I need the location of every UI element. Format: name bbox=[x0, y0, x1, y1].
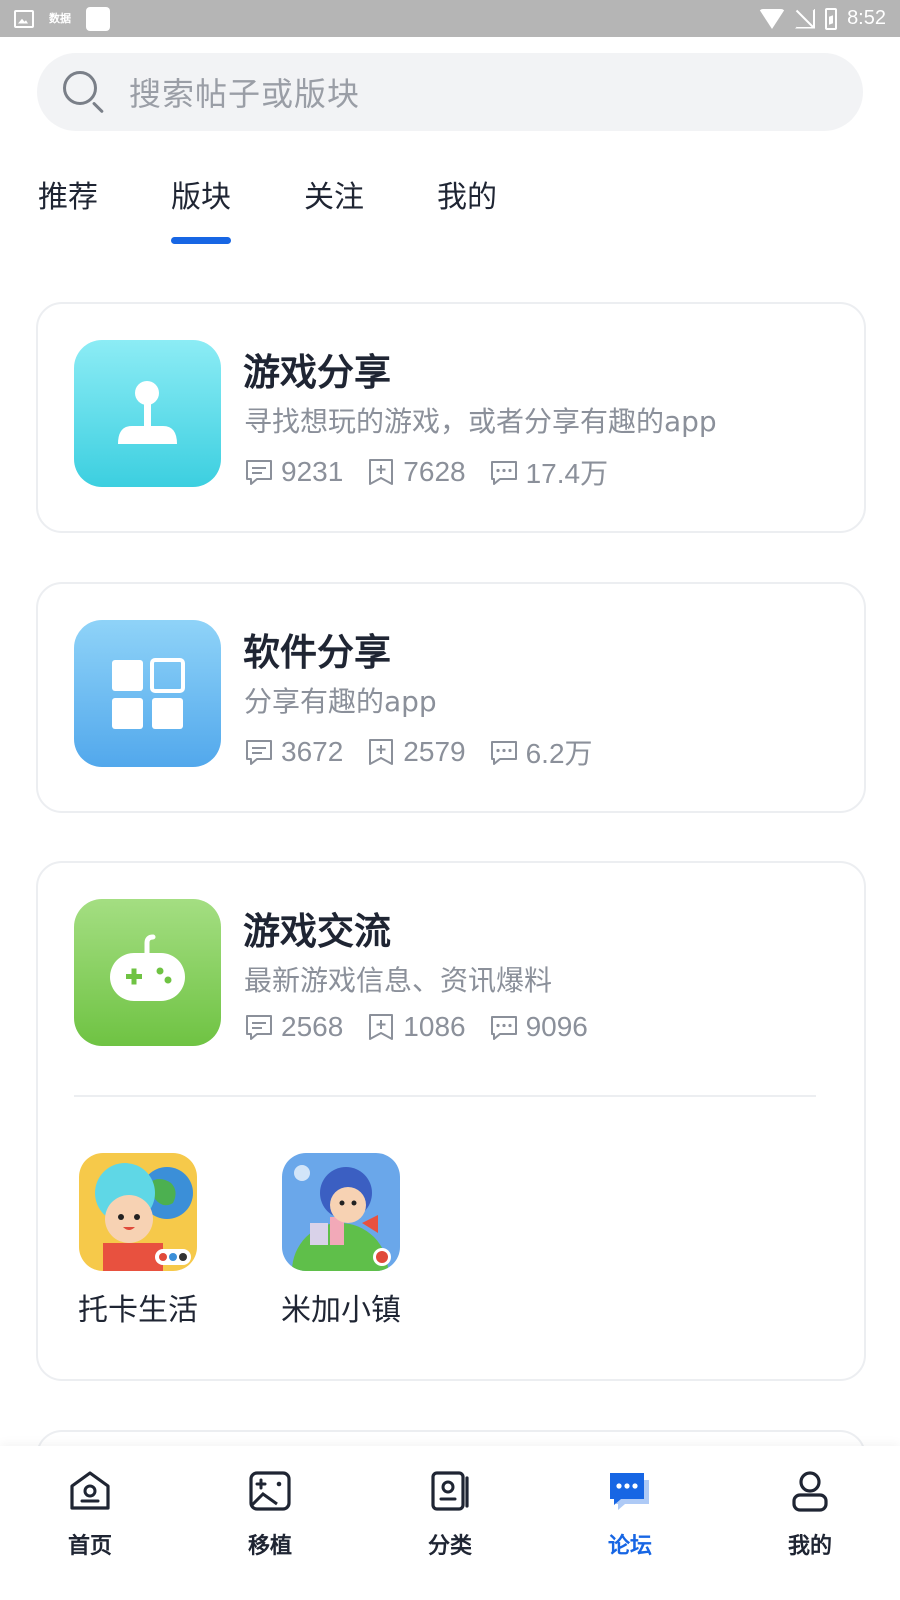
tab-recommend[interactable]: 推荐 bbox=[38, 172, 171, 244]
forum-tabs: 推荐 版块 关注 我的 bbox=[38, 172, 570, 244]
tab-sections[interactable]: 版块 bbox=[171, 172, 304, 244]
game-port-icon bbox=[249, 1471, 291, 1511]
forum-title: 游戏分享 bbox=[243, 351, 391, 394]
card-divider bbox=[74, 1095, 816, 1097]
bookmark-add-icon bbox=[369, 1014, 394, 1040]
battery-charging-icon bbox=[825, 7, 838, 30]
tab-following[interactable]: 关注 bbox=[304, 172, 437, 244]
follows-stat: 7628 bbox=[365, 456, 466, 488]
comments-count: 17.4万 bbox=[525, 458, 609, 489]
apps-grid-icon bbox=[74, 620, 221, 767]
posts-icon bbox=[246, 460, 272, 485]
nav-profile[interactable]: 我的 bbox=[720, 1446, 900, 1600]
forum-description: 最新游戏信息、资讯爆料 bbox=[244, 964, 553, 997]
forum-title: 软件分享 bbox=[243, 631, 391, 674]
forum-stats: 3672 2579 6.2万 bbox=[243, 732, 615, 772]
nav-label: 论坛 bbox=[607, 1534, 652, 1559]
posts-count: 3672 bbox=[281, 736, 344, 767]
forum-description: 分享有趣的app bbox=[244, 685, 437, 718]
wifi-icon bbox=[759, 8, 786, 29]
posts-icon bbox=[246, 740, 272, 765]
miga-town-app-icon bbox=[282, 1153, 400, 1271]
app-notification-icon bbox=[86, 6, 110, 31]
follows-count: 1086 bbox=[403, 1011, 466, 1042]
sub-forum-miga-town[interactable]: 米加小镇 bbox=[271, 1153, 411, 1329]
nav-label: 我的 bbox=[787, 1534, 832, 1559]
nav-label: 分类 bbox=[427, 1534, 472, 1559]
bottom-navigation: 首页 移植 分类 论坛 我的 bbox=[0, 1446, 900, 1600]
comment-icon bbox=[490, 461, 517, 485]
gamepad-icon bbox=[74, 899, 221, 1046]
search-placeholder: 搜索帖子或版块 bbox=[129, 75, 361, 113]
posts-stat: 3672 bbox=[243, 736, 343, 768]
comments-stat: 9096 bbox=[488, 1011, 588, 1043]
nav-port[interactable]: 移植 bbox=[180, 1446, 360, 1600]
forum-icon bbox=[610, 1473, 649, 1510]
sub-forum-label: 米加小镇 bbox=[281, 1293, 401, 1328]
comment-icon bbox=[490, 1016, 517, 1040]
follows-count: 2579 bbox=[403, 736, 466, 767]
nav-category[interactable]: 分类 bbox=[360, 1446, 540, 1600]
nav-forum[interactable]: 论坛 bbox=[540, 1446, 720, 1600]
nav-home[interactable]: 首页 bbox=[0, 1446, 180, 1600]
comments-stat: 6.2万 bbox=[488, 732, 593, 772]
posts-count: 9231 bbox=[281, 456, 344, 487]
status-bar: 数据 8:52 bbox=[0, 0, 900, 37]
follows-stat: 2579 bbox=[365, 736, 466, 768]
active-tab-indicator bbox=[171, 237, 231, 244]
bookmark-add-icon bbox=[369, 739, 394, 765]
sub-forum-label: 托卡生活 bbox=[78, 1293, 198, 1328]
category-icon bbox=[431, 1471, 469, 1511]
forum-stats: 9231 7628 17.4万 bbox=[243, 452, 630, 492]
forum-card-game-share[interactable]: 游戏分享 寻找想玩的游戏，或者分享有趣的app 9231 7628 17.4万 bbox=[36, 302, 866, 533]
comment-icon bbox=[490, 741, 517, 765]
home-icon bbox=[70, 1471, 110, 1510]
profile-icon bbox=[792, 1471, 828, 1512]
forum-card-game-chat[interactable]: 游戏交流 最新游戏信息、资讯爆料 2568 1086 9096 托卡生活 米加小… bbox=[36, 861, 866, 1381]
forum-stats: 2568 1086 9096 bbox=[243, 1011, 610, 1043]
posts-stat: 9231 bbox=[243, 456, 343, 488]
nav-label: 移植 bbox=[247, 1534, 292, 1559]
toca-life-app-icon bbox=[79, 1153, 197, 1271]
posts-icon bbox=[246, 1015, 272, 1040]
forum-title: 游戏交流 bbox=[243, 910, 391, 953]
status-time: 8:52 bbox=[847, 7, 886, 29]
gallery-notification-icon bbox=[14, 9, 34, 28]
nav-label: 首页 bbox=[67, 1534, 112, 1559]
bookmark-add-icon bbox=[369, 459, 394, 485]
search-icon bbox=[61, 69, 107, 115]
comments-count: 9096 bbox=[525, 1011, 588, 1042]
follows-count: 7628 bbox=[403, 456, 466, 487]
forum-description: 寻找想玩的游戏，或者分享有趣的app bbox=[244, 405, 717, 438]
comments-stat: 17.4万 bbox=[488, 452, 609, 492]
data-notification-icon: 数据 bbox=[49, 11, 71, 25]
tab-mine[interactable]: 我的 bbox=[437, 172, 570, 244]
search-input[interactable]: 搜索帖子或版块 bbox=[37, 53, 863, 131]
sub-forum-toca-life[interactable]: 托卡生活 bbox=[68, 1153, 208, 1329]
joystick-icon bbox=[74, 340, 221, 487]
posts-stat: 2568 bbox=[243, 1011, 343, 1043]
comments-count: 6.2万 bbox=[525, 738, 593, 769]
follows-stat: 1086 bbox=[365, 1011, 466, 1043]
forum-card-software-share[interactable]: 软件分享 分享有趣的app 3672 2579 6.2万 bbox=[36, 582, 866, 813]
no-signal-icon bbox=[795, 9, 815, 29]
posts-count: 2568 bbox=[281, 1011, 344, 1042]
